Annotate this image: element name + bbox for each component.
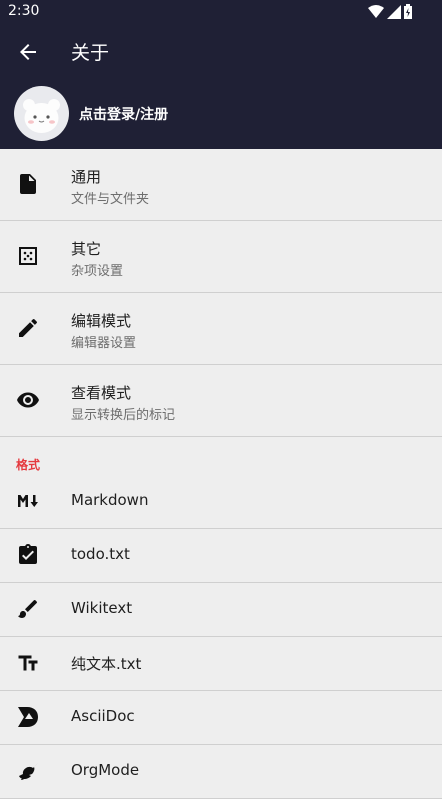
format-asciidoc[interactable]: AsciiDoc	[0, 691, 442, 745]
markdown-icon	[18, 495, 38, 507]
setting-subtitle: 编辑器设置	[71, 336, 137, 351]
wifi-icon	[368, 4, 384, 18]
format-label: Markdown	[71, 491, 149, 509]
setting-title: 通用	[71, 168, 102, 186]
unicorn-icon	[19, 763, 38, 780]
format-todo-txt[interactable]: todo.txt	[0, 529, 442, 583]
avatar-icon	[23, 99, 60, 133]
format-wikitext[interactable]: Wikitext	[0, 583, 442, 637]
setting-title: 查看模式	[71, 384, 132, 402]
text-size-icon	[18, 655, 38, 671]
setting-subtitle: 显示转换后的标记	[71, 408, 176, 423]
format-label: 纯文本.txt	[71, 655, 142, 673]
file-icon	[20, 174, 36, 194]
setting-general[interactable]: 通用 文件与文件夹	[0, 149, 442, 221]
format-label: Wikitext	[71, 599, 133, 617]
setting-view-mode[interactable]: 查看模式 显示转换后的标记	[0, 365, 442, 437]
status-bar: 2:30	[0, 0, 442, 24]
login-register-link[interactable]: 点击登录/注册	[79, 104, 168, 124]
pencil-icon	[19, 318, 38, 337]
format-plaintext[interactable]: 纯文本.txt	[0, 637, 442, 691]
format-orgmode[interactable]: OrgMode	[0, 745, 442, 799]
format-label: OrgMode	[71, 761, 140, 779]
formats-section-header: 格式	[0, 437, 442, 475]
setting-title: 其它	[71, 240, 102, 258]
setting-subtitle: 杂项设置	[71, 264, 124, 279]
page-title: 关于	[71, 42, 110, 64]
status-icons	[368, 4, 412, 19]
status-time: 2:30	[8, 3, 40, 19]
account-header[interactable]: 点击登录/注册	[0, 80, 442, 149]
format-markdown[interactable]: Markdown	[0, 475, 442, 529]
setting-title: 编辑模式	[71, 312, 132, 330]
setting-other[interactable]: 其它 杂项设置	[0, 221, 442, 293]
setting-subtitle: 文件与文件夹	[71, 192, 150, 207]
battery-icon	[404, 4, 412, 19]
format-label: AsciiDoc	[71, 707, 135, 725]
clipboard-check-icon	[19, 544, 37, 564]
brush-icon	[18, 599, 38, 618]
dots-grid-icon	[19, 247, 37, 265]
eye-icon	[17, 392, 39, 408]
setting-edit-mode[interactable]: 编辑模式 编辑器设置	[0, 293, 442, 365]
format-label: todo.txt	[71, 545, 130, 563]
signal-icon	[387, 4, 401, 19]
avatar[interactable]	[14, 86, 69, 141]
section-title: 格式	[16, 458, 41, 472]
back-arrow-icon[interactable]	[16, 40, 40, 64]
settings-list: 通用 文件与文件夹 其它 杂项设置 编辑模式 编辑器设置 查看模式 显示转换后的…	[0, 149, 442, 799]
asciidoc-icon	[18, 707, 38, 727]
app-bar: 关于	[0, 24, 442, 80]
